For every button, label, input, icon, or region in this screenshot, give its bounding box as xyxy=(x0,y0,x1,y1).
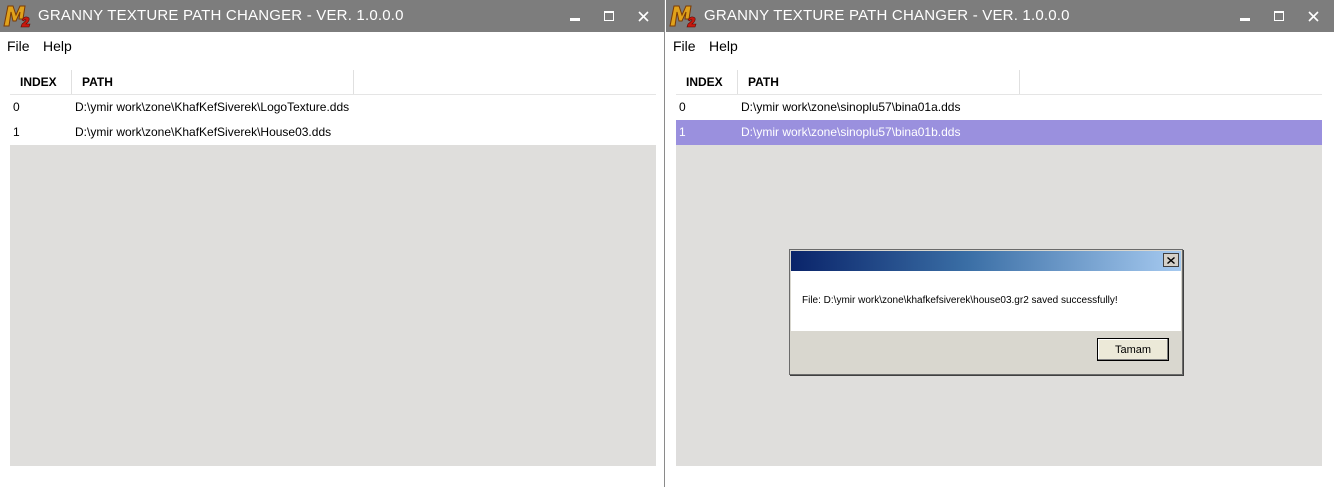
column-header-path[interactable]: PATH xyxy=(738,70,1020,94)
m2-logo-icon xyxy=(669,5,697,28)
row-index: 0 xyxy=(679,100,686,114)
row-index: 1 xyxy=(679,125,686,139)
row-index: 1 xyxy=(13,125,20,139)
row-path: D:\ymir work\zone\KhafKefSiverek\House03… xyxy=(75,125,332,139)
message-dialog: File: D:\ymir work\zone\khafkefsiverek\h… xyxy=(789,249,1183,375)
list-body: 0 D:\ymir work\zone\sinoplu57\bina01a.dd… xyxy=(676,95,1322,145)
column-header-filler xyxy=(1020,70,1322,94)
dialog-message: File: D:\ymir work\zone\khafkefsiverek\h… xyxy=(802,295,1118,306)
menu-file[interactable]: File xyxy=(7,38,30,54)
window-title: GRANNY TEXTURE PATH CHANGER - VER. 1.0.0… xyxy=(38,7,404,24)
list-header: INDEX PATH xyxy=(10,70,656,95)
close-icon xyxy=(1167,256,1175,264)
menu-bar: File Help xyxy=(0,32,664,60)
texture-list[interactable]: INDEX PATH 0 D:\ymir work\zone\KhafKefSi… xyxy=(10,70,656,466)
app-window-right: GRANNY TEXTURE PATH CHANGER - VER. 1.0.0… xyxy=(666,0,1334,487)
title-bar[interactable]: GRANNY TEXTURE PATH CHANGER - VER. 1.0.0… xyxy=(666,0,1334,32)
close-icon xyxy=(1307,10,1319,22)
row-path: D:\ymir work\zone\KhafKefSiverek\LogoTex… xyxy=(75,100,350,114)
row-index: 0 xyxy=(13,100,20,114)
column-header-filler xyxy=(354,70,656,94)
row-path: D:\ymir work\zone\sinoplu57\bina01a.dds xyxy=(741,100,961,114)
column-header-index[interactable]: INDEX xyxy=(10,70,72,94)
maximize-icon xyxy=(604,11,614,21)
column-header-index[interactable]: INDEX xyxy=(676,70,738,94)
close-button[interactable] xyxy=(626,0,660,32)
maximize-button[interactable] xyxy=(592,0,626,32)
dialog-body: File: D:\ymir work\zone\khafkefsiverek\h… xyxy=(791,271,1181,331)
close-icon xyxy=(637,10,649,22)
minimize-button[interactable] xyxy=(1228,0,1262,32)
title-bar[interactable]: GRANNY TEXTURE PATH CHANGER - VER. 1.0.0… xyxy=(0,0,664,32)
maximize-icon xyxy=(1274,11,1284,21)
column-header-path[interactable]: PATH xyxy=(72,70,354,94)
list-row[interactable]: 0 D:\ymir work\zone\sinoplu57\bina01a.dd… xyxy=(676,95,1322,120)
list-row[interactable]: 0 D:\ymir work\zone\KhafKefSiverek\LogoT… xyxy=(10,95,656,120)
dialog-footer: Tamam xyxy=(791,331,1181,373)
dialog-close-button[interactable] xyxy=(1163,253,1179,267)
minimize-icon xyxy=(1240,18,1250,21)
app-window-left: GRANNY TEXTURE PATH CHANGER - VER. 1.0.0… xyxy=(0,0,665,487)
window-title: GRANNY TEXTURE PATH CHANGER - VER. 1.0.0… xyxy=(704,7,1070,24)
row-path: D:\ymir work\zone\sinoplu57\bina01b.dds xyxy=(741,125,961,139)
menu-help[interactable]: Help xyxy=(43,38,72,54)
dialog-title-bar[interactable] xyxy=(791,251,1181,271)
close-button[interactable] xyxy=(1296,0,1330,32)
list-header: INDEX PATH xyxy=(676,70,1322,95)
minimize-button[interactable] xyxy=(558,0,592,32)
list-row[interactable]: 1 D:\ymir work\zone\KhafKefSiverek\House… xyxy=(10,120,656,145)
ok-button[interactable]: Tamam xyxy=(1097,338,1169,361)
maximize-button[interactable] xyxy=(1262,0,1296,32)
m2-logo-icon xyxy=(3,5,31,28)
list-row-selected[interactable]: 1 D:\ymir work\zone\sinoplu57\bina01b.dd… xyxy=(676,120,1322,145)
list-body: 0 D:\ymir work\zone\KhafKefSiverek\LogoT… xyxy=(10,95,656,145)
menu-file[interactable]: File xyxy=(673,38,696,54)
minimize-icon xyxy=(570,18,580,21)
menu-help[interactable]: Help xyxy=(709,38,738,54)
menu-bar: File Help xyxy=(666,32,1334,60)
